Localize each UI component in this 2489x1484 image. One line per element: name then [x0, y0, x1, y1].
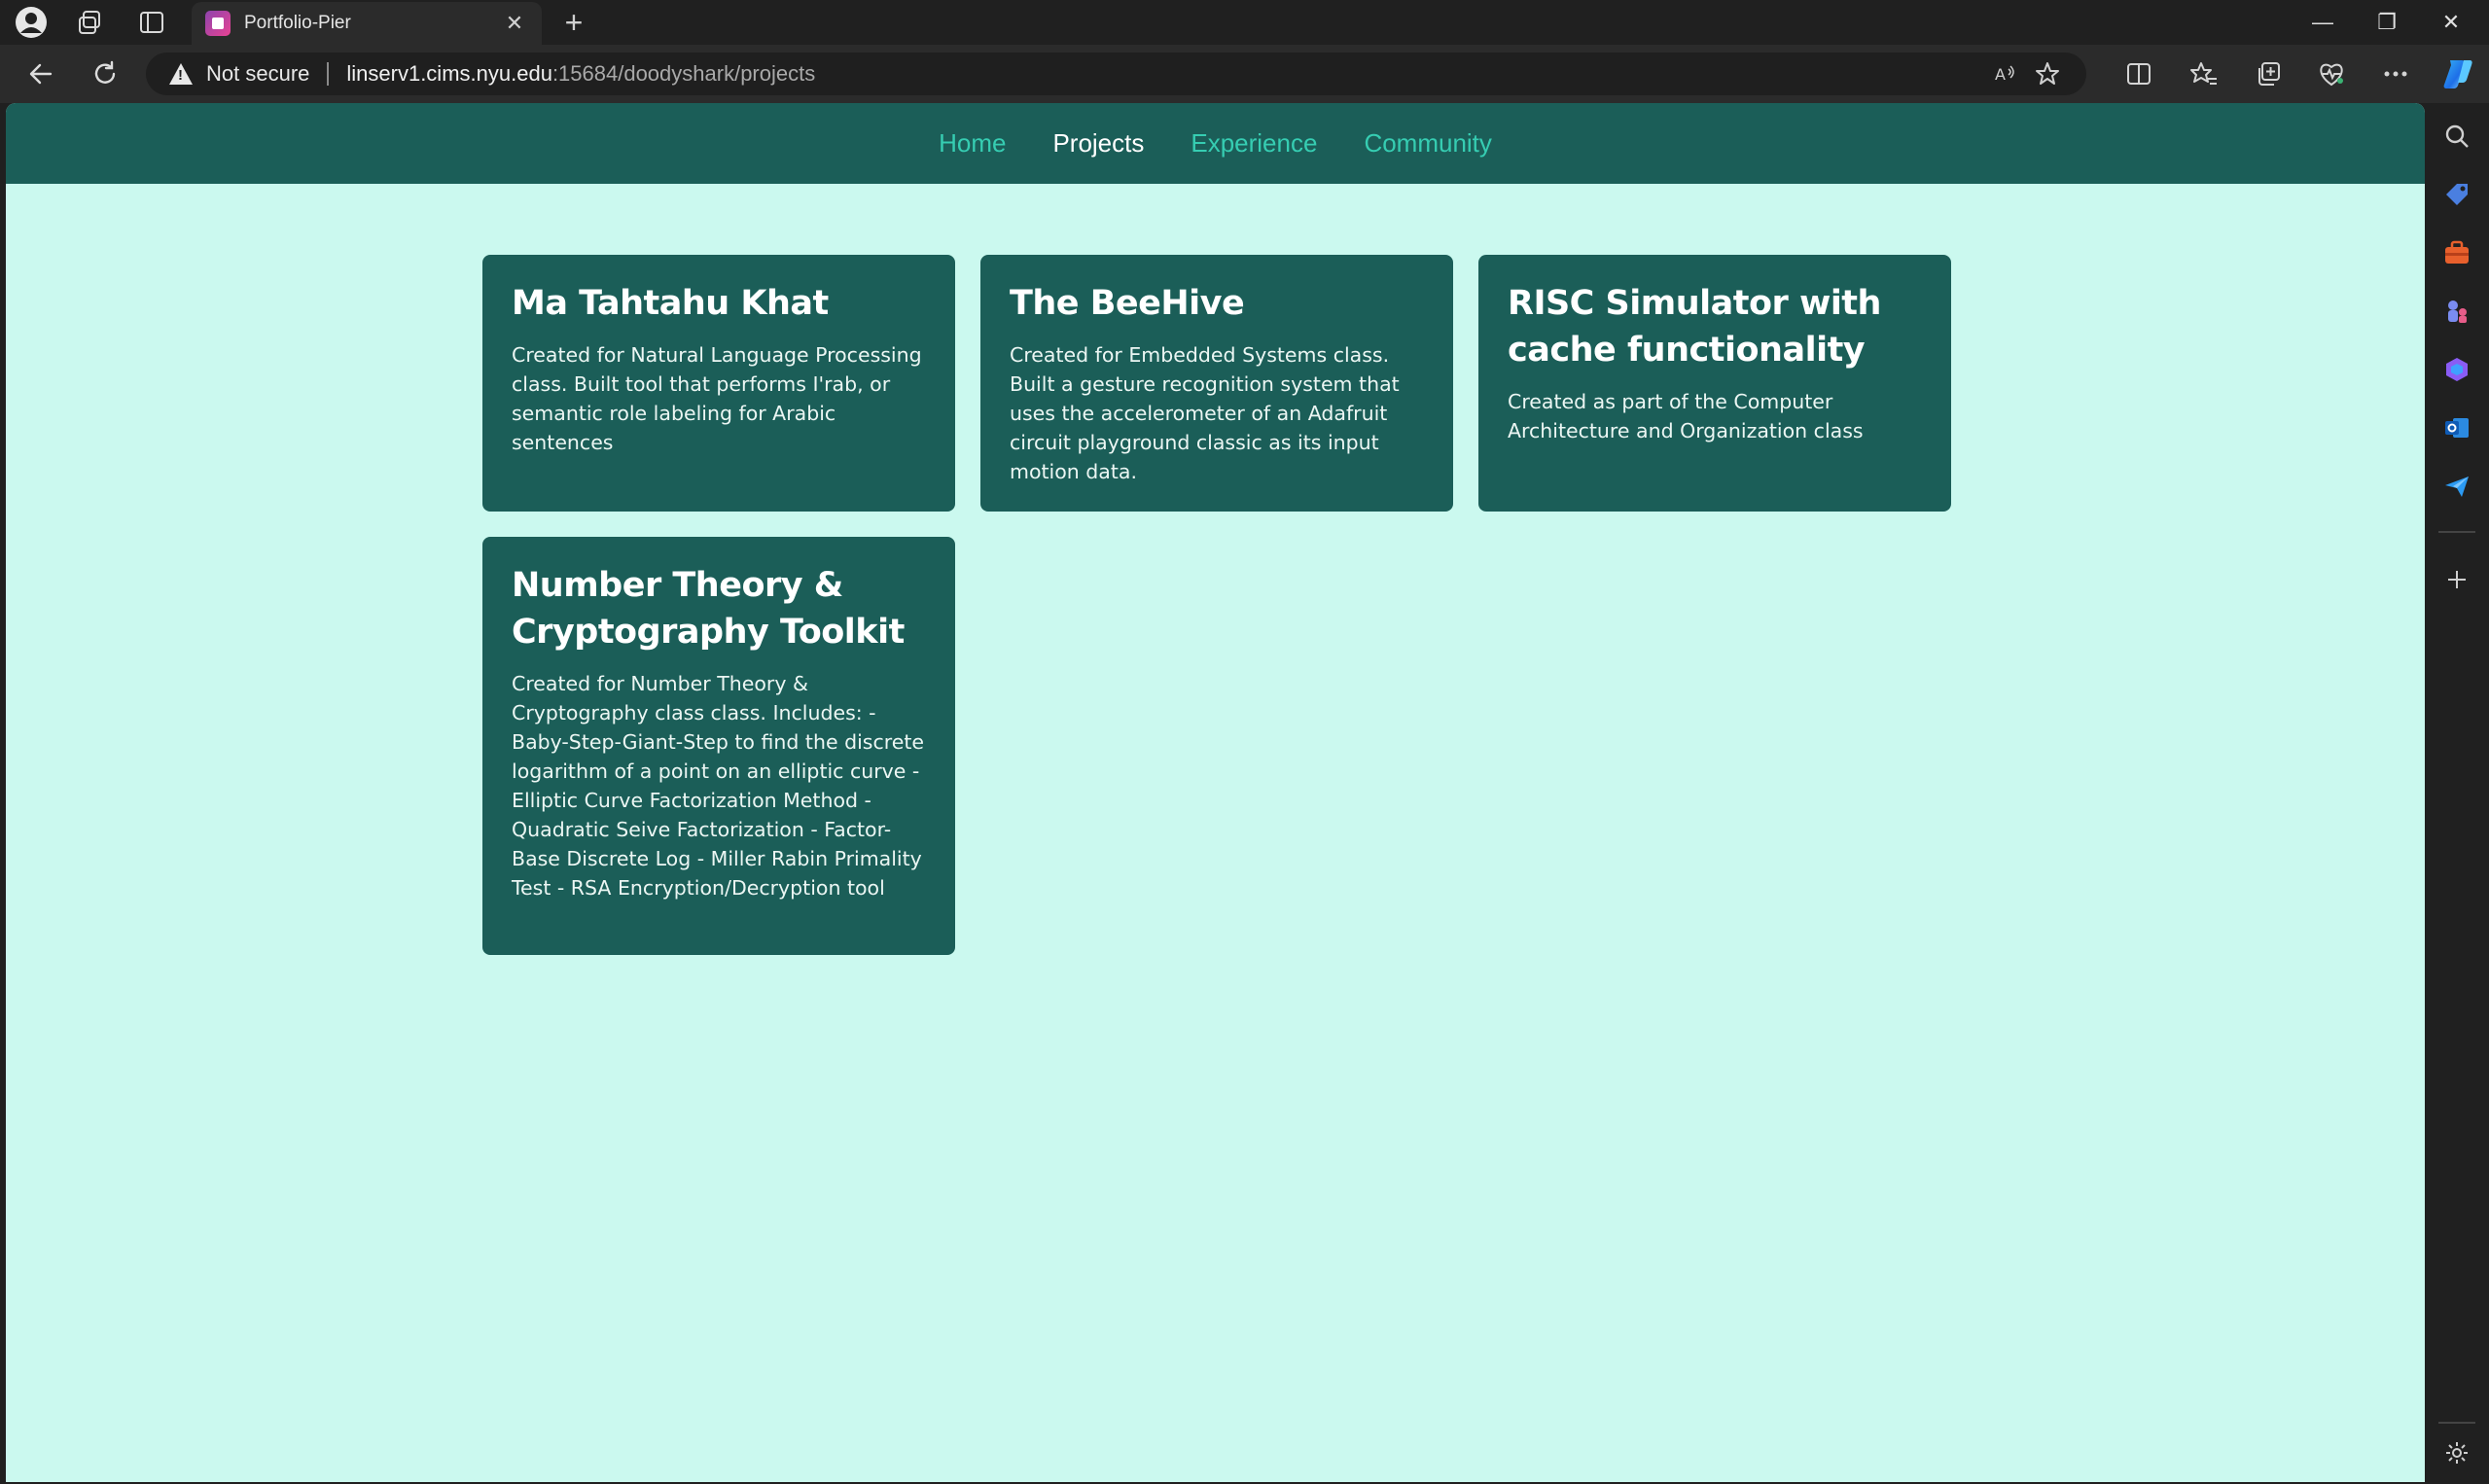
project-title: Ma Tahtahu Khat: [512, 284, 829, 323]
project-description: Created for Natural Language Processing …: [512, 343, 922, 454]
page-viewport: Home Projects Experience Community Ma Ta…: [6, 103, 2425, 1482]
read-aloud-icon[interactable]: A: [1986, 60, 2025, 88]
nav-projects-link[interactable]: Projects: [1052, 128, 1144, 159]
more-options-icon[interactable]: [2373, 54, 2418, 93]
url-path: :15684/doodyshark/projects: [551, 61, 816, 86]
warning-icon: [169, 63, 193, 85]
new-tab-button[interactable]: +: [552, 4, 595, 41]
microsoft-365-icon[interactable]: [2437, 350, 2476, 389]
site-navbar: Home Projects Experience Community: [6, 103, 2425, 184]
project-description: Created for Number Theory & Cryptography…: [512, 672, 924, 900]
project-card[interactable]: The BeeHive Created for Embedded Systems…: [980, 255, 1453, 512]
project-card[interactable]: Ma Tahtahu Khat Created for Natural Lang…: [482, 255, 955, 512]
back-arrow-icon: [29, 63, 53, 85]
tab-title: Portfolio-Pier: [244, 13, 351, 33]
sidebar-settings-icon[interactable]: [2437, 1433, 2476, 1472]
send-icon[interactable]: [2437, 467, 2476, 506]
refresh-icon: [94, 60, 116, 84]
tab-close-icon[interactable]: ✕: [501, 11, 528, 36]
project-description: Created as part of the Computer Architec…: [1508, 390, 1864, 442]
project-card[interactable]: Number Theory & Cryptography Toolkit Cre…: [482, 537, 955, 955]
copilot-icon[interactable]: [2436, 54, 2480, 93]
minimize-button[interactable]: —: [2291, 0, 2355, 45]
project-title: RISC Simulator with cache functionality: [1508, 284, 1881, 370]
project-title: Number Theory & Cryptography Toolkit: [512, 566, 905, 652]
profile-icon: [16, 7, 47, 38]
add-sidebar-app-icon[interactable]: [2437, 560, 2476, 599]
browser-toolbar: Not secure linserv1.cims.nyu.edu :15684/…: [0, 45, 2489, 103]
restore-button[interactable]: ❐: [2355, 0, 2419, 45]
url-host: linserv1.cims.nyu.edu: [346, 61, 552, 86]
games-icon[interactable]: [2437, 292, 2476, 331]
sidebar-bottom-divider: [2438, 1422, 2475, 1424]
workspaces-button[interactable]: [62, 4, 117, 41]
security-status[interactable]: Not secure: [206, 61, 309, 87]
vertical-tabs-button[interactable]: [124, 4, 179, 41]
project-title: The BeeHive: [1010, 284, 1245, 323]
svg-text:A: A: [1995, 65, 2006, 84]
tab-portfolio-pier[interactable]: Portfolio-Pier ✕: [192, 2, 542, 45]
collections-icon[interactable]: [2246, 54, 2291, 93]
site-favicon-icon: [205, 11, 231, 36]
sidebar-divider: [2438, 531, 2475, 533]
split-screen-icon[interactable]: [2116, 54, 2161, 93]
favorite-star-icon[interactable]: [2028, 60, 2067, 88]
tab-actions-icon: [140, 12, 163, 33]
tab-strip: Portfolio-Pier ✕ + — ❐ ✕: [0, 0, 2489, 45]
nav-home-link[interactable]: Home: [939, 128, 1006, 159]
nav-experience-link[interactable]: Experience: [1191, 128, 1317, 159]
project-description: Created for Embedded Systems class. Buil…: [1010, 343, 1400, 483]
profile-button[interactable]: [4, 4, 58, 41]
close-window-button[interactable]: ✕: [2419, 0, 2483, 45]
nav-community-link[interactable]: Community: [1364, 128, 1491, 159]
shopping-tag-icon[interactable]: [2437, 175, 2476, 214]
workspaces-icon: [79, 11, 100, 34]
browser-sidebar: [2425, 103, 2489, 1484]
favorites-icon[interactable]: [2182, 54, 2226, 93]
outlook-icon[interactable]: [2437, 408, 2476, 447]
browser-essentials-icon[interactable]: [2309, 54, 2354, 93]
back-button[interactable]: [19, 54, 62, 93]
sidebar-search-icon[interactable]: [2437, 117, 2476, 156]
project-card[interactable]: RISC Simulator with cache functionality …: [1478, 255, 1951, 512]
tools-briefcase-icon[interactable]: [2437, 233, 2476, 272]
refresh-button[interactable]: [84, 54, 126, 93]
address-divider: [327, 62, 330, 86]
address-bar[interactable]: Not secure linserv1.cims.nyu.edu :15684/…: [146, 53, 2086, 95]
